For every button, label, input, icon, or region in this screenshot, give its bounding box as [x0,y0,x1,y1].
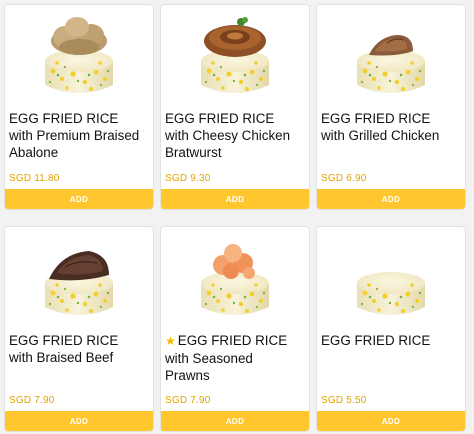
product-image-grilled-chicken-rice[interactable] [317,5,465,103]
abalone-topping [51,17,107,55]
product-image-bratwurst-rice[interactable] [161,5,309,103]
add-to-cart-button[interactable]: ADD [317,189,465,209]
product-image-seasoned-prawns-rice[interactable] [161,227,309,325]
product-image-braised-beef-rice[interactable] [5,227,153,325]
product-card[interactable]: EGG FRIED RICE with Braised Beef SGD 7.9… [4,226,154,432]
product-price: SGD 11.80 [9,173,60,184]
add-to-cart-button[interactable]: ADD [5,411,153,431]
product-image-egg-fried-rice[interactable] [317,227,465,325]
grilled-chicken-topping [369,35,413,56]
product-price: SGD 7.90 [9,395,55,406]
add-to-cart-button[interactable]: ADD [317,411,465,431]
product-image-abalone-rice[interactable] [5,5,153,103]
add-to-cart-button[interactable]: ADD [5,189,153,209]
bratwurst-topping [204,17,266,57]
add-to-cart-button[interactable]: ADD [161,411,309,431]
product-grid: EGG FRIED RICE with Premium Braised Abal… [0,0,474,434]
product-card[interactable]: EGG FRIED RICE with Premium Braised Abal… [4,4,154,210]
product-price: SGD 7.90 [165,395,211,406]
product-name: EGG FRIED RICE [321,333,431,348]
product-name: ★ EGG FRIED RICE with Seasoned Prawns [165,333,288,383]
braised-beef-topping [49,251,109,281]
product-card[interactable]: ★ EGG FRIED RICE with Seasoned Prawns SGD… [160,226,310,432]
prawns-topping [213,244,255,279]
product-name: EGG FRIED RICE with Grilled Chicken [321,111,440,143]
product-name: EGG FRIED RICE with Braised Beef [9,333,119,365]
product-card[interactable]: EGG FRIED RICE with Cheesy Chicken Bratw… [160,4,310,210]
star-icon: ★ [165,334,176,348]
product-name: EGG FRIED RICE with Cheesy Chicken Bratw… [165,111,291,160]
product-price: SGD 6.90 [321,173,367,184]
product-price: SGD 5.50 [321,395,367,406]
product-card[interactable]: EGG FRIED RICE SGD 5.50 ADD [316,226,466,432]
product-price: SGD 9.30 [165,173,211,184]
product-name: EGG FRIED RICE with Premium Braised Abal… [9,111,140,160]
add-to-cart-button[interactable]: ADD [161,189,309,209]
product-card[interactable]: EGG FRIED RICE with Grilled Chicken SGD … [316,4,466,210]
